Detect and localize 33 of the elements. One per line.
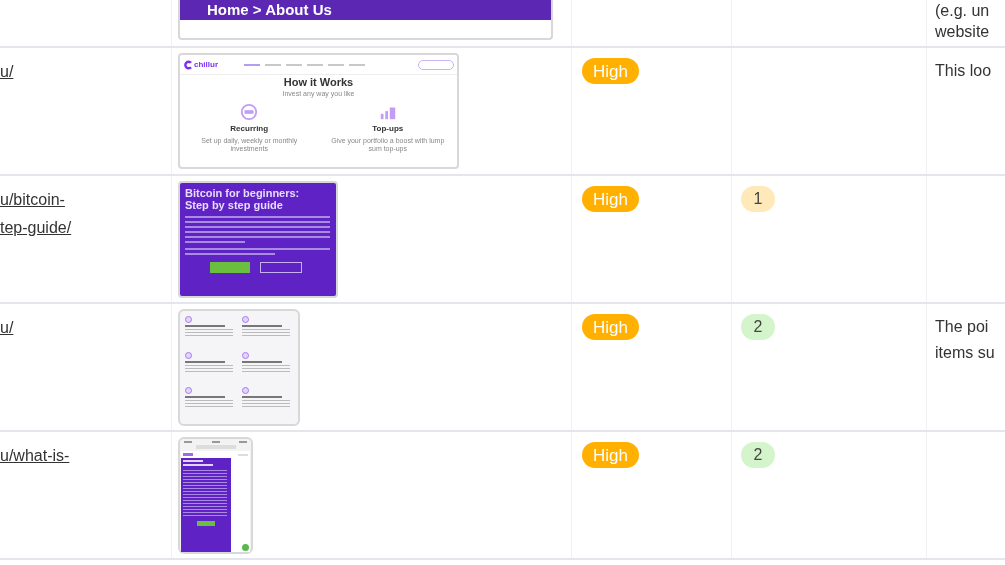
priority-badge: High: [582, 314, 639, 340]
feature-title: Recurring: [230, 124, 269, 133]
page-link[interactable]: u/what-is-: [0, 442, 171, 470]
logo-icon: [183, 59, 193, 70]
article-title: Bitcoin for beginners:: [185, 187, 301, 199]
feature-title: Top-ups: [372, 124, 404, 133]
feature-icon: [241, 387, 249, 395]
feature-icon: [185, 387, 192, 395]
count-badge: 2: [741, 442, 775, 468]
priority-badge: High: [582, 58, 639, 84]
article-title: Step by step guide: [185, 199, 284, 211]
note-text: The poi: [935, 317, 990, 337]
priority-badge: High: [582, 442, 639, 468]
note-text: This loo: [935, 61, 993, 81]
note-text: (e.g. un: [935, 1, 991, 21]
note-text: items su: [935, 343, 996, 363]
page-link[interactable]: u/: [0, 58, 171, 86]
logo-text: chillur: [194, 60, 218, 69]
page-link[interactable]: u/: [0, 314, 171, 342]
breadcrumb-text: Home > About Us: [207, 1, 332, 19]
section-heading: How it Works: [282, 76, 355, 88]
feature-icon: [241, 316, 249, 323]
feature-icon: [185, 351, 192, 359]
priority-badge: High: [582, 186, 639, 212]
feature-icon: [185, 316, 192, 323]
chat-bubble-icon: [242, 544, 249, 551]
count-badge: 1: [741, 186, 775, 212]
page-link[interactable]: u/bitcoin-: [0, 186, 171, 214]
circle-icon: [240, 103, 259, 121]
feature-icon: [241, 351, 249, 359]
page-link[interactable]: tep-guide/: [0, 214, 171, 242]
count-badge: 2: [741, 314, 775, 340]
note-text: website: [935, 22, 991, 42]
